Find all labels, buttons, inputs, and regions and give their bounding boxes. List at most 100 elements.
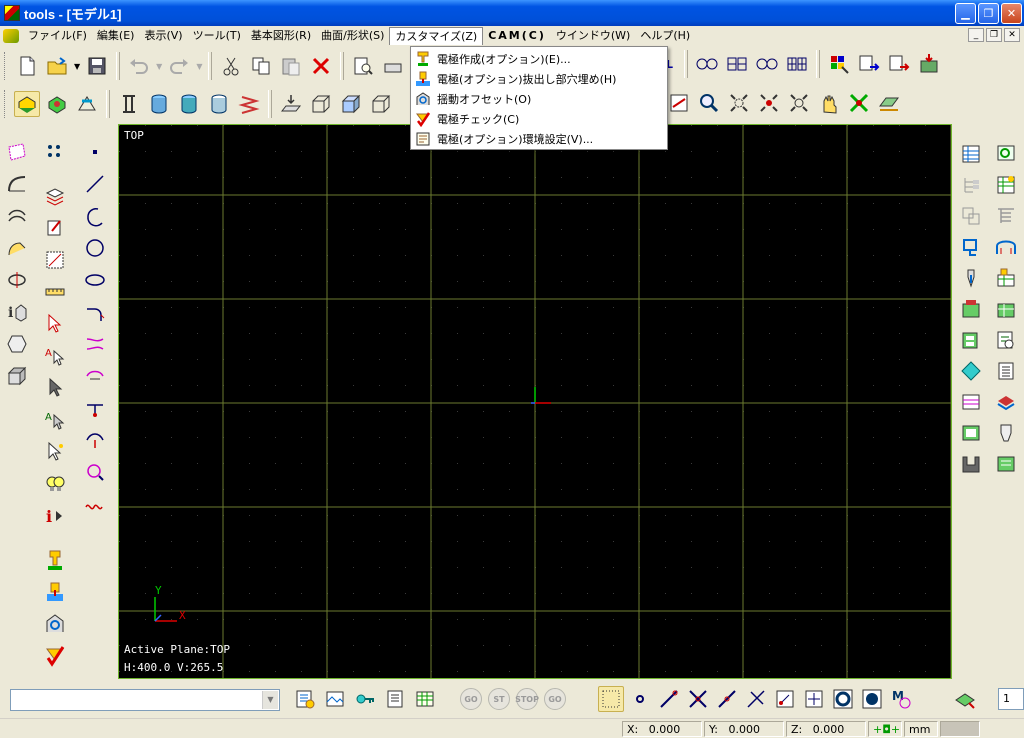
process-list-icon[interactable]: [956, 326, 986, 354]
dropdown-item-swing-offset[interactable]: 揺動オフセット(O): [411, 89, 667, 109]
trim-icon[interactable]: [80, 330, 110, 358]
electrode-fill-icon[interactable]: [40, 578, 70, 606]
point-icon[interactable]: [80, 138, 110, 166]
redo-button[interactable]: [166, 53, 192, 79]
offset-curve-icon[interactable]: [80, 362, 110, 390]
step-button[interactable]: ST: [488, 688, 510, 710]
curve-edit-icon[interactable]: [2, 138, 32, 166]
zoom-out-icon[interactable]: [786, 90, 812, 116]
mdi-close-icon[interactable]: ✕: [1004, 28, 1020, 42]
paste-icon[interactable]: [278, 53, 304, 79]
arc-icon[interactable]: [80, 202, 110, 230]
sweep-icon[interactable]: [2, 234, 32, 262]
image-view-icon[interactable]: [322, 686, 348, 712]
snap-center-icon[interactable]: [801, 686, 827, 712]
column-icon[interactable]: [116, 91, 142, 117]
snap-menu-icon[interactable]: M: [888, 686, 914, 712]
pointer-sparkle-icon[interactable]: [40, 438, 70, 466]
key-icon[interactable]: [352, 686, 378, 712]
wave-icon[interactable]: [80, 490, 110, 518]
redo-dropdown-icon[interactable]: ▼: [196, 62, 202, 71]
snap-midpoint-icon[interactable]: [714, 686, 740, 712]
layer-stack-icon[interactable]: [40, 182, 70, 210]
snap-circle-icon[interactable]: [830, 686, 856, 712]
zoom-in-icon[interactable]: [756, 90, 782, 116]
copy-icon[interactable]: [248, 53, 274, 79]
pencil-edit-icon[interactable]: [40, 214, 70, 242]
bridge-icon[interactable]: [991, 233, 1021, 261]
preview-icon[interactable]: [350, 53, 376, 79]
table-list-icon[interactable]: [956, 140, 986, 168]
plane-icon[interactable]: [278, 91, 304, 117]
swing-offset-icon[interactable]: [40, 610, 70, 638]
drawing-viewport[interactable]: TOP Active Plane:TOP H:400.0 V:265.5 Y X: [118, 124, 952, 679]
loop-icon[interactable]: [956, 233, 986, 261]
diamond-icon[interactable]: [956, 357, 986, 385]
menu-tools[interactable]: ツール(T): [188, 27, 246, 45]
layer-transfer-icon[interactable]: [886, 51, 912, 77]
view-quad-button[interactable]: [784, 51, 810, 77]
open-file-button[interactable]: [44, 53, 70, 79]
list-view-icon[interactable]: [292, 686, 318, 712]
menu-cam[interactable]: CAM(C): [483, 27, 551, 45]
pan-hand-icon[interactable]: [816, 90, 842, 116]
circle-icon[interactable]: [80, 234, 110, 262]
bulb-icon[interactable]: [40, 470, 70, 498]
split-icon[interactable]: [80, 394, 110, 422]
info-solid-icon[interactable]: i: [2, 298, 32, 326]
select-label-icon[interactable]: A: [40, 342, 70, 370]
dropdown-item-electrode-settings[interactable]: 電極(オプション)環境設定(V)...: [411, 129, 667, 149]
menu-view[interactable]: 表示(V): [139, 27, 187, 45]
snap-status-icon[interactable]: +◘+: [868, 721, 902, 737]
dropdown-item-electrode-check[interactable]: 電極チェック(C): [411, 109, 667, 129]
clamp-icon[interactable]: [956, 450, 986, 478]
rotate-view-icon[interactable]: [846, 90, 872, 116]
tool-table-icon[interactable]: [991, 264, 1021, 292]
snap-point-icon[interactable]: [627, 686, 653, 712]
wrench-icon[interactable]: [956, 264, 986, 292]
minimize-icon[interactable]: ▁: [955, 3, 976, 24]
menu-file[interactable]: ファイル(F): [23, 27, 92, 45]
spindle-icon[interactable]: [991, 419, 1021, 447]
dots-pattern-icon[interactable]: [40, 138, 70, 166]
menu-customize[interactable]: カスタマイズ(Z): [389, 27, 484, 45]
link-icon[interactable]: [956, 202, 986, 230]
undo-dropdown-icon[interactable]: ▼: [156, 62, 162, 71]
fillet-icon[interactable]: [80, 298, 110, 326]
block-icon[interactable]: [2, 362, 32, 390]
chevron-down-icon[interactable]: ▼: [262, 691, 278, 709]
go-second-button[interactable]: GO: [544, 688, 566, 710]
tree-icon[interactable]: [956, 171, 986, 199]
arc-surface-icon[interactable]: [2, 170, 32, 198]
grid-snap-toggle[interactable]: [598, 686, 624, 712]
document-icon[interactable]: [3, 29, 19, 43]
box-wire-icon[interactable]: [308, 91, 334, 117]
snap-endpoint-icon[interactable]: [656, 686, 682, 712]
snap-intersection-icon[interactable]: [685, 686, 711, 712]
loft-icon[interactable]: [2, 202, 32, 230]
zoom-icon[interactable]: [696, 90, 722, 116]
green-block-icon[interactable]: [956, 419, 986, 447]
delete-icon[interactable]: [308, 53, 334, 79]
toolpath-list-icon[interactable]: [956, 388, 986, 416]
zoom-window-icon[interactable]: [666, 90, 692, 116]
electrode-icon[interactable]: [40, 546, 70, 574]
revolve-icon[interactable]: [2, 266, 32, 294]
save-button[interactable]: [84, 53, 110, 79]
table-green-icon[interactable]: [991, 171, 1021, 199]
mdi-minimize-icon[interactable]: _: [968, 28, 984, 42]
surface-mode-icon[interactable]: [44, 91, 70, 117]
fit-all-icon[interactable]: [726, 90, 752, 116]
go-button[interactable]: GO: [460, 688, 482, 710]
cut-icon[interactable]: [218, 53, 244, 79]
curve-project-icon[interactable]: [80, 458, 110, 486]
menu-window[interactable]: ウインドウ(W): [551, 27, 635, 45]
command-combo[interactable]: ▼: [10, 689, 280, 711]
pointer-icon[interactable]: [40, 374, 70, 402]
machine-table-icon[interactable]: [991, 295, 1021, 323]
snap-perpendicular-icon[interactable]: [743, 686, 769, 712]
ellipse-icon[interactable]: [80, 266, 110, 294]
stop-button[interactable]: STOP: [515, 688, 539, 710]
close-icon[interactable]: ✕: [1001, 3, 1022, 24]
menu-basic-shapes[interactable]: 基本図形(R): [246, 27, 316, 45]
